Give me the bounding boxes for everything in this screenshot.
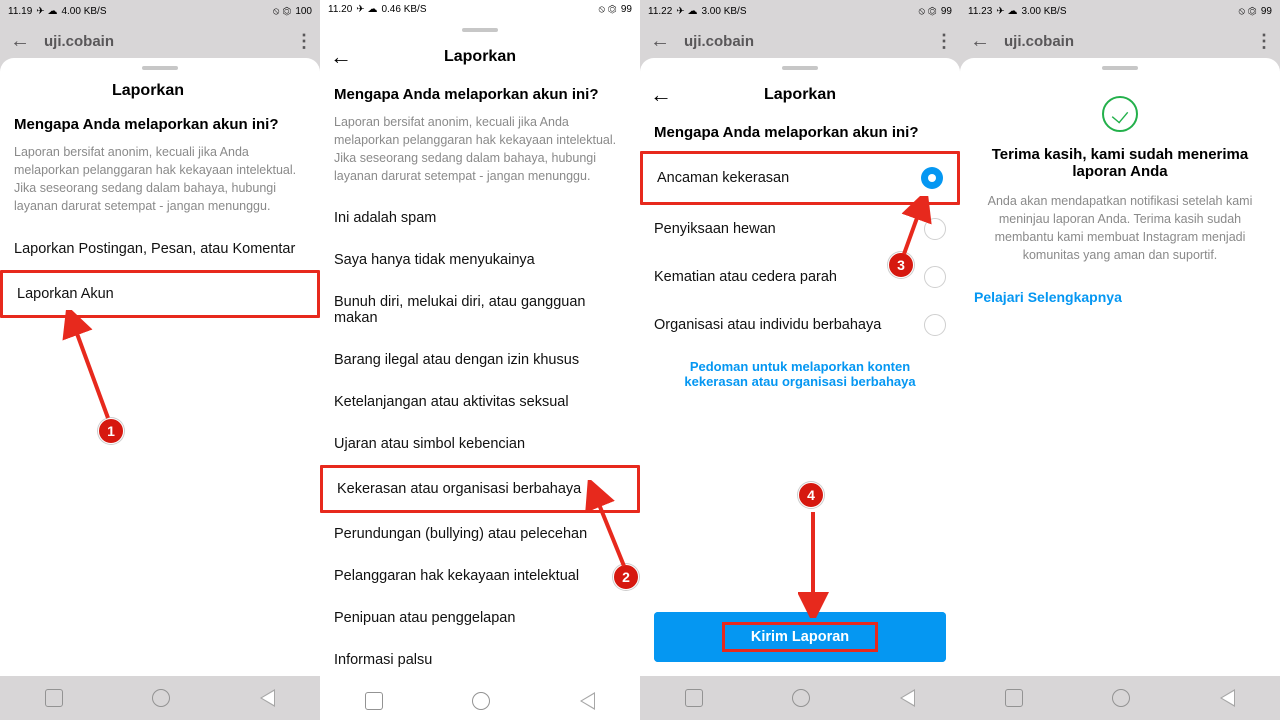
menu-icon[interactable]: ⋮ xyxy=(295,31,310,52)
report-confirmation-sheet: Terima kasih, kami sudah menerima lapora… xyxy=(960,58,1280,676)
reason-nudity[interactable]: Ketelanjangan atau aktivitas seksual xyxy=(320,381,640,423)
reason-self-harm[interactable]: Bunuh diri, melukai diri, atau gangguan … xyxy=(320,281,640,339)
screenshot-4: 11.23 ✈ ☁ 3.00 KB/S ⦸ ⏣ 99 ← uji.cobain … xyxy=(960,0,1280,720)
anonymous-notice: Laporan bersifat anonim, kecuali jika An… xyxy=(320,113,640,198)
radio-icon xyxy=(924,314,946,336)
status-bar: 11.23 ✈ ☁ 3.00 KB/S ⦸ ⏣ 99 xyxy=(960,0,1280,22)
sheet-title: Laporkan xyxy=(354,48,630,66)
confirmation-title: Terima kasih, kami sudah menerima lapora… xyxy=(960,146,1280,192)
recent-apps-icon[interactable] xyxy=(45,689,63,707)
username: uji.cobain xyxy=(1004,33,1074,50)
profile-header: ← uji.cobain ⋮ xyxy=(640,22,960,60)
system-nav xyxy=(640,676,960,720)
back-nav-icon[interactable] xyxy=(1220,689,1235,707)
report-sheet: Laporkan Mengapa Anda melaporkan akun in… xyxy=(0,58,320,676)
system-nav xyxy=(960,676,1280,720)
annotation-marker-2: 2 xyxy=(613,564,639,590)
recent-apps-icon[interactable] xyxy=(685,689,703,707)
learn-more-link[interactable]: Pelajari Selengkapnya xyxy=(960,275,1280,319)
status-bar: 11.19 ✈ ☁ 4.00 KB/S ⦸ ⏣ 100 xyxy=(0,0,320,22)
screenshot-3: 11.22 ✈ ☁ 3.00 KB/S ⦸ ⏣ 99 ← uji.cobain … xyxy=(640,0,960,720)
reason-ip[interactable]: Pelanggaran hak kekayaan intelektual xyxy=(320,555,640,597)
back-icon[interactable]: ← xyxy=(650,30,670,53)
report-reasons-sheet: ← Laporkan Mengapa Anda melaporkan akun … xyxy=(320,20,640,682)
menu-icon[interactable]: ⋮ xyxy=(935,31,950,52)
home-icon[interactable] xyxy=(792,689,810,707)
reason-hate[interactable]: Ujaran atau simbol kebencian xyxy=(320,423,640,465)
report-question: Mengapa Anda melaporkan akun ini? xyxy=(640,120,960,151)
reason-misinfo[interactable]: Informasi palsu xyxy=(320,639,640,681)
success-check-icon xyxy=(1102,96,1138,132)
reason-bullying[interactable]: Perundungan (bullying) atau pelecehan xyxy=(320,513,640,555)
sheet-handle[interactable] xyxy=(462,28,498,32)
profile-header: ← uji.cobain ⋮ xyxy=(960,22,1280,60)
confirmation-desc: Anda akan mendapatkan notifikasi setelah… xyxy=(960,192,1280,275)
status-bar: 11.20 ✈ ☁ 0.46 KB/S ⦸ ⏣ 99 xyxy=(320,0,640,20)
back-nav-icon[interactable] xyxy=(260,689,275,707)
sheet-back-icon[interactable]: ← xyxy=(330,44,354,70)
annotation-marker-1: 1 xyxy=(98,418,124,444)
back-nav-icon[interactable] xyxy=(900,689,915,707)
screenshot-2: 11.20 ✈ ☁ 0.46 KB/S ⦸ ⏣ 99 ← Laporkan Me… xyxy=(320,0,640,720)
sheet-handle[interactable] xyxy=(142,66,178,70)
reason-fraud[interactable]: Penipuan atau penggelapan xyxy=(320,597,640,639)
back-icon[interactable]: ← xyxy=(970,30,990,53)
profile-header: ← uji.cobain ⋮ xyxy=(0,22,320,60)
menu-icon[interactable]: ⋮ xyxy=(1255,31,1270,52)
home-icon[interactable] xyxy=(1112,689,1130,707)
home-icon[interactable] xyxy=(472,692,490,710)
sheet-handle[interactable] xyxy=(782,66,818,70)
anonymous-notice: Laporan bersifat anonim, kecuali jika An… xyxy=(0,143,320,228)
report-subreasons-sheet: ← Laporkan Mengapa Anda melaporkan akun … xyxy=(640,58,960,676)
system-nav xyxy=(320,681,640,720)
reason-illegal-goods[interactable]: Barang ilegal atau dengan izin khusus xyxy=(320,339,640,381)
annotation-marker-4: 4 xyxy=(798,482,824,508)
option-report-content[interactable]: Laporkan Postingan, Pesan, atau Komentar xyxy=(0,228,320,270)
status-bar: 11.22 ✈ ☁ 3.00 KB/S ⦸ ⏣ 99 xyxy=(640,0,960,22)
sheet-back-icon[interactable]: ← xyxy=(650,82,674,108)
username: uji.cobain xyxy=(684,33,754,50)
screenshot-1: 11.19 ✈ ☁ 4.00 KB/S ⦸ ⏣ 100 ← uji.cobain… xyxy=(0,0,320,720)
radio-icon xyxy=(924,218,946,240)
recent-apps-icon[interactable] xyxy=(365,692,383,710)
subreason-dangerous-org[interactable]: Organisasi atau individu berbahaya xyxy=(640,301,960,349)
sheet-title: Laporkan xyxy=(10,82,310,100)
annotation-marker-3: 3 xyxy=(888,252,914,278)
report-question: Mengapa Anda melaporkan akun ini? xyxy=(320,82,640,113)
system-nav xyxy=(0,676,320,720)
subreason-animal-abuse[interactable]: Penyiksaan hewan xyxy=(640,205,960,253)
back-icon[interactable]: ← xyxy=(10,30,30,53)
reason-spam[interactable]: Ini adalah spam xyxy=(320,197,640,239)
back-nav-icon[interactable] xyxy=(580,692,595,710)
radio-icon xyxy=(924,266,946,288)
reason-violence[interactable]: Kekerasan atau organisasi berbahaya xyxy=(320,465,640,513)
radio-selected-icon xyxy=(921,167,943,189)
sheet-handle[interactable] xyxy=(1102,66,1138,70)
submit-report-button[interactable]: Kirim Laporan xyxy=(654,612,946,662)
guidelines-link[interactable]: Pedoman untuk melaporkan konten kekerasa… xyxy=(640,349,960,399)
home-icon[interactable] xyxy=(152,689,170,707)
sheet-header: Laporkan xyxy=(0,76,320,112)
username: uji.cobain xyxy=(44,33,114,50)
recent-apps-icon[interactable] xyxy=(1005,689,1023,707)
sheet-title: Laporkan xyxy=(674,86,950,104)
report-question: Mengapa Anda melaporkan akun ini? xyxy=(0,112,320,143)
reason-dislike[interactable]: Saya hanya tidak menyukainya xyxy=(320,239,640,281)
subreason-threat-violence[interactable]: Ancaman kekerasan xyxy=(640,151,960,205)
option-report-account[interactable]: Laporkan Akun xyxy=(0,270,320,318)
